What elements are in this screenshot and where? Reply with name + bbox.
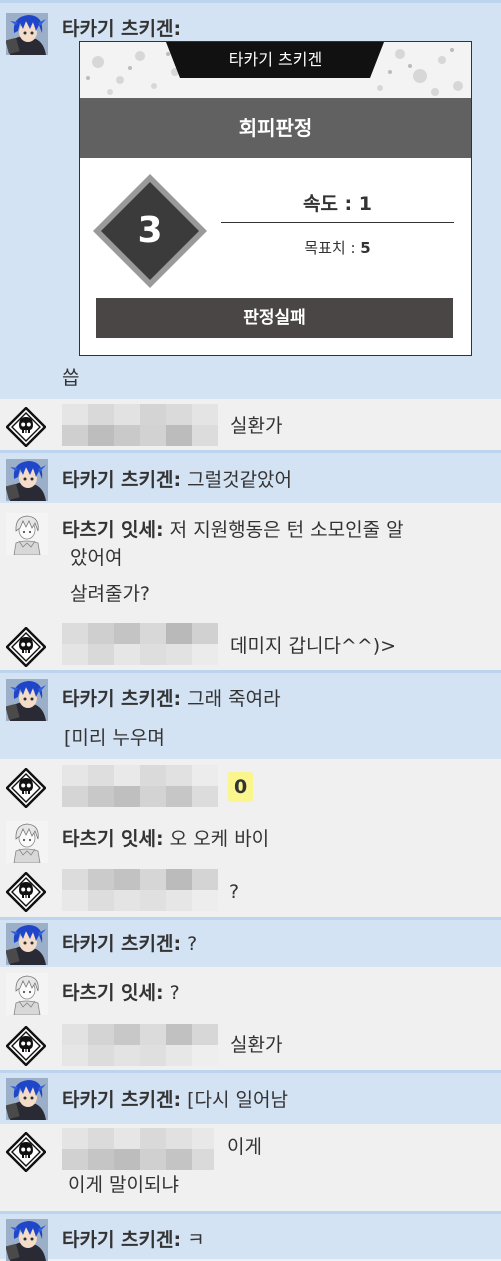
message-text: 살려줄가?	[70, 583, 151, 605]
message-text: ?	[187, 933, 198, 955]
avatar	[6, 973, 48, 1015]
avatar	[6, 513, 48, 555]
skull-diamond-icon	[6, 872, 46, 912]
stat-line: 속도 : 1	[302, 193, 373, 215]
avatar	[6, 821, 48, 863]
value-badge: 0	[228, 772, 254, 802]
speaker-name: 타카기 츠키겐:	[62, 469, 182, 491]
speaker-name: 타카기 츠키겐:	[62, 18, 182, 40]
message-itsuse: 타츠기 잇세: 저 지원행동은 턴 소모인줄 알 았어여 살려줄가?	[0, 503, 501, 621]
message-text: ?	[169, 982, 180, 1004]
message-takagi: 타카기 츠키겐: [다시 일어남	[0, 1070, 501, 1124]
skull-diamond-icon	[6, 627, 46, 667]
skull-diamond-icon	[6, 1026, 46, 1066]
message-line: 타카기 츠키겐: ㅋ	[62, 1226, 205, 1254]
message-redacted: 0	[0, 759, 501, 817]
speaker-name: 타츠기 잇세:	[62, 519, 164, 541]
message-line: 타츠기 잇세: 오 오케 바이	[62, 825, 269, 853]
redacted-name	[62, 1024, 218, 1066]
message-text: 그래 죽여라	[187, 688, 281, 710]
redacted-name	[62, 1128, 214, 1170]
message-text: 실환가	[230, 415, 283, 437]
message-text: ?	[229, 881, 240, 903]
message-takagi: 타카기 츠키겐: ㅋ	[0, 1211, 501, 1259]
message-text: ㅋ	[187, 1229, 205, 1251]
message-text: 씁	[62, 367, 80, 389]
redacted-name	[62, 765, 218, 807]
dice-result-number: 3	[137, 210, 163, 251]
speaker-name: 타카기 츠키겐:	[62, 688, 182, 710]
message-itsuse: 타츠기 잇세: ?	[0, 967, 501, 1020]
message-line: 타카기 츠키겐: 그럴것같았어	[62, 466, 292, 494]
message-text: 데미지 갑니다^^)>	[230, 635, 397, 657]
message-redacted: 데미지 갑니다^^)>	[0, 621, 501, 670]
avatar	[6, 1078, 48, 1120]
message-takagi: 타카기 츠키겐: 타카기 츠키겐 회피판정 3 속도: 1 목표치: 5 판…	[0, 0, 501, 399]
speaker-name: 타카기 츠키겐:	[62, 933, 182, 955]
redacted-name	[62, 404, 218, 446]
card-texture: 타카기 츠키겐	[80, 42, 471, 98]
message-text: 이게	[227, 1136, 262, 1158]
message-line: 타츠기 잇세: ?	[62, 979, 180, 1007]
avatar	[6, 1219, 48, 1261]
message-line: 타카기 츠키겐: [다시 일어남	[62, 1086, 288, 1114]
message-takagi: 타카기 츠키겐: 그래 죽여라 [미리 누우며	[0, 670, 501, 759]
speaker-name: 타츠기 잇세:	[62, 982, 164, 1004]
message-text: [미리 누우며	[64, 727, 165, 749]
message-redacted: 이게 이게 말이되냐	[0, 1124, 501, 1211]
redacted-name	[62, 869, 218, 911]
message-line: 타카기 츠키겐: ?	[62, 930, 197, 958]
message-redacted: ?	[0, 867, 501, 917]
message-text: 그럴것같았어	[187, 469, 293, 491]
message-text: [다시 일어남	[187, 1089, 288, 1111]
message-redacted: 실환가	[0, 399, 501, 450]
skull-diamond-icon	[6, 407, 46, 447]
avatar	[6, 679, 48, 721]
redacted-name	[62, 623, 218, 665]
message-text: 았어여	[70, 547, 123, 569]
skull-diamond-icon	[6, 768, 46, 808]
avatar	[6, 923, 48, 965]
stat-divider	[221, 222, 454, 223]
message-text: 오 오케 바이	[169, 828, 270, 850]
dice-roll-card: 타카기 츠키겐 회피판정 3 속도 : 1 목표치 : 5 판정실패	[79, 41, 472, 356]
speaker-name: 타카기 츠키겐:	[62, 1229, 182, 1251]
avatar	[6, 459, 48, 501]
avatar	[6, 13, 48, 55]
card-title: 회피판정	[80, 98, 471, 158]
message-redacted: 실환가	[0, 1020, 501, 1070]
message-text: 이게 말이되냐	[68, 1174, 179, 1196]
message-badge-line: 0	[228, 772, 254, 802]
message-text: 저 지원행동은 턴 소모인줄 알	[169, 519, 404, 541]
roll-result: 판정실패	[96, 298, 453, 338]
speaker-name: 타카기 츠키겐:	[62, 1089, 182, 1111]
speaker-name: 타츠기 잇세:	[62, 828, 164, 850]
card-tag-label: 타카기 츠키겐	[228, 50, 323, 69]
message-takagi: 타카기 츠키겐: 그럴것같았어	[0, 450, 501, 503]
message-takagi: 타카기 츠키겐: ?	[0, 917, 501, 967]
message-line: 타카기 츠키겐: 그래 죽여라	[62, 685, 281, 713]
message-text: 실환가	[230, 1034, 283, 1056]
target-line: 목표치 : 5	[304, 239, 371, 257]
message-line: 타츠기 잇세: 저 지원행동은 턴 소모인줄 알	[62, 516, 404, 544]
skull-diamond-icon	[6, 1132, 46, 1172]
chat-log[interactable]: 타카기 츠키겐: 타카기 츠키겐 회피판정 3 속도: 1 목표치: 5 판…	[0, 0, 501, 1259]
message-itsuse: 타츠기 잇세: 오 오케 바이	[0, 817, 501, 867]
